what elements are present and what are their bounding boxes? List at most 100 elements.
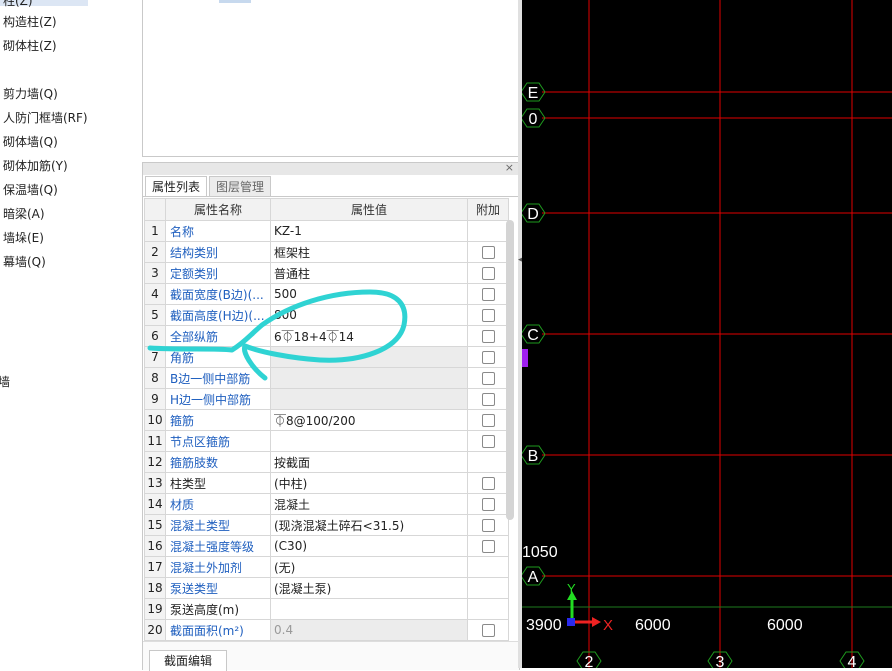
property-value[interactable]: (现浇混凝土碎石<31.5) bbox=[270, 514, 468, 536]
axis-label-b: B bbox=[528, 448, 539, 465]
table-row[interactable]: 2 结构类别 框架柱 bbox=[144, 241, 509, 263]
extra-cell bbox=[467, 577, 509, 599]
extra-checkbox[interactable] bbox=[481, 246, 495, 259]
table-row[interactable]: 10 箍筋 ⏁8@100/200 bbox=[144, 409, 509, 431]
property-name: 结构类别 bbox=[165, 241, 271, 263]
table-row[interactable]: 4 截面宽度(B边)(... 500 bbox=[144, 283, 509, 305]
extra-cell bbox=[467, 388, 509, 410]
extra-checkbox[interactable] bbox=[481, 267, 495, 280]
axis-label-d: D bbox=[527, 206, 539, 223]
property-value[interactable]: KZ-1 bbox=[270, 220, 468, 242]
property-value[interactable] bbox=[270, 346, 468, 368]
table-row[interactable]: 14 材质 混凝土 bbox=[144, 493, 509, 515]
property-name: 混凝土类型 bbox=[165, 514, 271, 536]
extra-checkbox[interactable] bbox=[481, 351, 495, 364]
property-value[interactable]: 500 bbox=[270, 283, 468, 305]
property-value[interactable]: 按截面 bbox=[270, 451, 468, 473]
tree-item-masonry-wall[interactable]: 砌体墙(Q) bbox=[3, 133, 58, 150]
property-value[interactable]: (C30) bbox=[270, 535, 468, 557]
tree-item-column[interactable]: 柱(Z) bbox=[3, 0, 33, 9]
property-value[interactable]: 混凝土 bbox=[270, 493, 468, 515]
extra-checkbox[interactable] bbox=[481, 519, 495, 532]
axis-label-a: A bbox=[528, 569, 539, 586]
property-value[interactable]: (无) bbox=[270, 556, 468, 578]
row-number: 12 bbox=[144, 451, 166, 473]
extra-checkbox[interactable] bbox=[481, 288, 495, 301]
tree-item-civil-defense-door-wall[interactable]: 人防门框墙(RF) bbox=[3, 109, 88, 126]
close-icon[interactable]: × bbox=[505, 161, 514, 174]
property-value[interactable] bbox=[270, 430, 468, 452]
tree-item-wall-partial[interactable]: 墙 bbox=[0, 373, 10, 390]
table-row[interactable]: 16 混凝土强度等级 (C30) bbox=[144, 535, 509, 557]
extra-checkbox[interactable] bbox=[481, 372, 495, 385]
property-name: 定额类别 bbox=[165, 262, 271, 284]
table-row[interactable]: 6 全部纵筋 6⏁18+4⏁14 bbox=[144, 325, 509, 347]
property-value[interactable]: 框架柱 bbox=[270, 241, 468, 263]
property-name: 材质 bbox=[165, 493, 271, 515]
extra-cell bbox=[467, 220, 509, 242]
table-row[interactable]: 3 定额类别 普通柱 bbox=[144, 262, 509, 284]
property-name: 角筋 bbox=[165, 346, 271, 368]
table-row[interactable]: 11 节点区箍筋 bbox=[144, 430, 509, 452]
extra-cell bbox=[467, 430, 509, 452]
tree-item-wall-pier[interactable]: 墙垛(E) bbox=[3, 229, 44, 246]
extra-checkbox[interactable] bbox=[481, 435, 495, 448]
extra-checkbox[interactable] bbox=[481, 624, 495, 637]
extra-checkbox[interactable] bbox=[481, 330, 495, 343]
table-row[interactable]: 12 箍筋肢数 按截面 bbox=[144, 451, 509, 473]
row-number: 4 bbox=[144, 283, 166, 305]
axis-label-col-2: 2 bbox=[585, 654, 594, 668]
extra-checkbox[interactable] bbox=[481, 498, 495, 511]
extra-checkbox[interactable] bbox=[481, 540, 495, 553]
row-number: 10 bbox=[144, 409, 166, 431]
property-value[interactable]: 800 bbox=[270, 304, 468, 326]
table-row[interactable]: 18 泵送类型 (混凝土泵) bbox=[144, 577, 509, 599]
extra-checkbox[interactable] bbox=[481, 393, 495, 406]
property-value[interactable]: 6⏁18+4⏁14 bbox=[270, 325, 468, 347]
extra-checkbox[interactable] bbox=[481, 309, 495, 322]
table-row[interactable]: 15 混凝土类型 (现浇混凝土碎石<31.5) bbox=[144, 514, 509, 536]
vertical-scrollbar[interactable] bbox=[506, 220, 514, 520]
row-number: 17 bbox=[144, 556, 166, 578]
ucs-y-label: Y bbox=[567, 581, 576, 596]
tab-layer-management[interactable]: 图层管理 bbox=[209, 176, 272, 197]
table-row[interactable]: 5 截面高度(H边)(... 800 bbox=[144, 304, 509, 326]
extra-cell bbox=[467, 493, 509, 515]
table-row[interactable]: 1 名称 KZ-1 bbox=[144, 220, 509, 242]
property-name: H边一侧中部筋 bbox=[165, 388, 271, 410]
tree-item-hidden-beam[interactable]: 暗梁(A) bbox=[3, 205, 45, 222]
extra-cell bbox=[467, 535, 509, 557]
tree-item-insulation-wall[interactable]: 保温墙(Q) bbox=[3, 181, 58, 198]
property-value[interactable] bbox=[270, 367, 468, 389]
tree-item-shear-wall[interactable]: 剪力墙(Q) bbox=[3, 85, 58, 102]
tree-item-masonry-reinforcement[interactable]: 砌体加筋(Y) bbox=[3, 157, 68, 174]
property-value[interactable]: (中柱) bbox=[270, 472, 468, 494]
property-name: 箍筋肢数 bbox=[165, 451, 271, 473]
extra-checkbox[interactable] bbox=[481, 414, 495, 427]
tab-property-list[interactable]: 属性列表 bbox=[145, 176, 208, 197]
property-value[interactable]: 普通柱 bbox=[270, 262, 468, 284]
property-value[interactable]: ⏁8@100/200 bbox=[270, 409, 468, 431]
table-row[interactable]: 9 H边一侧中部筋 bbox=[144, 388, 509, 410]
extra-checkbox[interactable] bbox=[481, 477, 495, 490]
table-row[interactable]: 8 B边一侧中部筋 bbox=[144, 367, 509, 389]
table-row[interactable]: 20 截面面积(m²) 0.4 bbox=[144, 619, 509, 641]
row-number: 19 bbox=[144, 598, 166, 620]
table-row[interactable]: 13 柱类型 (中柱) bbox=[144, 472, 509, 494]
extra-cell bbox=[467, 262, 509, 284]
tree-item-masonry-column[interactable]: 砌体柱(Z) bbox=[3, 37, 57, 54]
row-number: 18 bbox=[144, 577, 166, 599]
tree-item-constructional-column[interactable]: 构造柱(Z) bbox=[3, 13, 57, 30]
table-row[interactable]: 7 角筋 bbox=[144, 346, 509, 368]
property-panel: × 属性列表 图层管理 属性名称 属性值 附加 1 名称 KZ-1 2 结构类别… bbox=[142, 161, 520, 671]
drawing-canvas[interactable]: E 0 D C B A 2 3 4 1050 3900 6000 6000 Y … bbox=[522, 0, 892, 668]
property-value[interactable]: (混凝土泵) bbox=[270, 577, 468, 599]
property-name: 截面面积(m²) bbox=[165, 619, 271, 641]
extra-cell bbox=[467, 451, 509, 473]
tree-item-curtain-wall[interactable]: 幕墙(Q) bbox=[3, 253, 46, 270]
property-value[interactable] bbox=[270, 388, 468, 410]
property-value[interactable] bbox=[270, 598, 468, 620]
table-row[interactable]: 19 泵送高度(m) bbox=[144, 598, 509, 620]
table-row[interactable]: 17 混凝土外加剂 (无) bbox=[144, 556, 509, 578]
extra-cell bbox=[467, 619, 509, 641]
